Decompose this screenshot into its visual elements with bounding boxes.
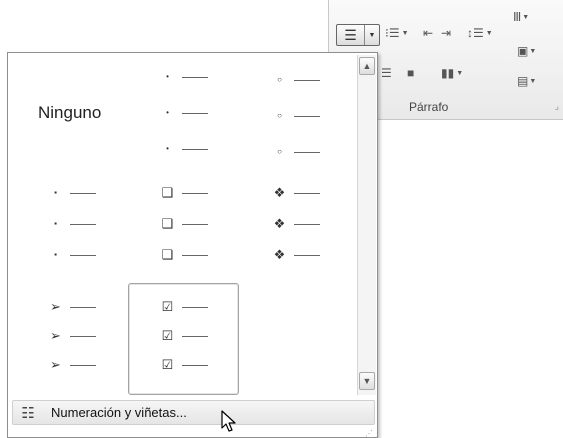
increase-indent-icon: ⇥ — [441, 26, 452, 40]
bullet-none-label: Ninguno — [38, 103, 102, 122]
bullet-list-icon: ☰ — [337, 25, 365, 45]
line-spacing-button[interactable]: ↕☰ ▼ — [467, 26, 493, 40]
bullet-style-check-box[interactable]: ☑ ☑ ☑ — [128, 283, 239, 395]
bullet-square-icon: ▪ — [54, 250, 57, 259]
bullet-style-filled-square[interactable]: ▪ ▪ ▪ — [18, 171, 125, 285]
bullet-arrow-icon: ➢ — [50, 328, 61, 343]
shading-button[interactable]: ▤ ▼ — [517, 74, 536, 88]
bullet-hollow-square-icon: ❑ — [161, 247, 174, 262]
bullet-row: ▪ — [18, 183, 125, 203]
bullet-list-icon: ☷ — [21, 404, 35, 422]
bullet-row: ○ — [242, 70, 349, 90]
bullet-diamond-icon: ❖ — [273, 185, 286, 200]
bullet-square-icon: ▪ — [54, 219, 57, 228]
bullet-row: ➢ — [18, 355, 125, 375]
resize-grip-icon[interactable]: ⋰ — [365, 429, 373, 438]
bullet-row: • — [130, 139, 237, 159]
bullet-checkbox-icon: ☑ — [161, 357, 174, 372]
bullet-row: ❖ — [242, 214, 349, 234]
bullet-row: ❑ — [130, 183, 237, 203]
triangle-down-icon: ▼ — [362, 376, 372, 386]
gallery-scrollbar[interactable]: ▲ ▼ — [357, 55, 376, 395]
chevron-down-icon[interactable]: ▼ — [522, 14, 529, 21]
bullet-diamond-icon: ❖ — [273, 247, 286, 262]
dialog-launcher-icon[interactable]: ⌟ — [555, 101, 559, 112]
align-right-button[interactable]: ☰ — [381, 66, 392, 80]
sort-button[interactable]: Ⅲ ▼ — [513, 10, 529, 24]
triangle-up-icon: ▲ — [362, 61, 372, 71]
bullet-row: ❖ — [242, 183, 349, 203]
chevron-down-icon[interactable]: ▼ — [365, 32, 379, 39]
decrease-indent-icon: ⇤ — [423, 26, 434, 40]
bullet-arrow-icon: ➢ — [50, 299, 61, 314]
justify-icon: ■ — [407, 66, 415, 80]
bullet-hollow-square-icon: ❑ — [161, 216, 174, 231]
bullet-row: ❑ — [130, 245, 237, 265]
borders-icon: ▣ — [517, 44, 529, 58]
define-bullets-label: Numeración y viñetas... — [51, 405, 187, 420]
columns-button[interactable]: ▮▮ ▼ — [441, 66, 463, 80]
justify-button[interactable]: ■ — [407, 66, 414, 80]
bullet-row: ❖ — [242, 245, 349, 265]
chevron-down-icon[interactable]: ▼ — [529, 78, 536, 85]
line-spacing-icon: ↕☰ — [467, 26, 484, 40]
sort-icon: Ⅲ — [513, 10, 522, 24]
bullet-checkbox-icon: ☑ — [161, 299, 174, 314]
bullet-style-none[interactable]: Ninguno — [18, 57, 125, 171]
scroll-up-button[interactable]: ▲ — [359, 57, 375, 75]
bullet-row: • — [130, 103, 237, 123]
bullet-row: ❑ — [130, 214, 237, 234]
bullet-dot-icon: • — [166, 72, 169, 81]
bullet-dot-icon: • — [166, 108, 169, 117]
numbered-list-icon: ⁝☰ — [385, 26, 400, 40]
bullet-library-dropdown: Ninguno • • • ○ ○ ○ ▪ ▪ ▪ ❑ ❑ ❑ ❖ ❖ ❖ ➢ … — [7, 52, 378, 438]
bullet-row: ☑ — [129, 326, 238, 346]
columns-icon: ▮▮ — [441, 66, 455, 80]
borders-button[interactable]: ▣ ▼ — [517, 44, 536, 58]
bullet-style-hollow-square[interactable]: ❑ ❑ ❑ — [130, 171, 237, 285]
bullet-circle-icon: ○ — [277, 75, 282, 84]
bullet-hollow-square-icon: ❑ — [161, 185, 174, 200]
numbering-button[interactable]: ⁝☰ ▼ — [385, 26, 409, 40]
bullet-style-small-dot[interactable]: • • • — [130, 57, 237, 171]
bullet-row: ➢ — [18, 326, 125, 346]
shading-icon: ▤ — [517, 74, 529, 88]
bullet-row: ○ — [242, 142, 349, 162]
chevron-down-icon[interactable]: ▼ — [486, 30, 493, 37]
bullet-circle-icon: ○ — [277, 147, 282, 156]
bullet-diamond-icon: ❖ — [273, 216, 286, 231]
chevron-down-icon[interactable]: ▼ — [402, 30, 409, 37]
bullets-button[interactable]: ☰ ▼ — [336, 24, 380, 46]
bullet-row: • — [130, 67, 237, 87]
chevron-down-icon[interactable]: ▼ — [529, 48, 536, 55]
bullet-square-icon: ▪ — [54, 188, 57, 197]
increase-indent-button[interactable]: ⇥ — [441, 26, 451, 40]
chevron-down-icon[interactable]: ▼ — [456, 70, 463, 77]
bullet-style-hollow-circle[interactable]: ○ ○ ○ — [242, 57, 349, 171]
bullet-arrow-icon: ➢ — [50, 357, 61, 372]
bullet-dot-icon: • — [166, 144, 169, 153]
bullet-row: ☑ — [129, 297, 238, 317]
bullet-row: ➢ — [18, 297, 125, 317]
bullet-row: ○ — [242, 106, 349, 126]
decrease-indent-button[interactable]: ⇤ — [423, 26, 433, 40]
bullet-checkbox-icon: ☑ — [161, 328, 174, 343]
bullet-circle-icon: ○ — [277, 111, 282, 120]
paragraph-group-label: Párrafo — [409, 100, 449, 114]
mouse-pointer-icon — [221, 410, 236, 432]
bullet-row: ☑ — [129, 355, 238, 375]
bullet-style-four-diamond[interactable]: ❖ ❖ ❖ — [242, 171, 349, 285]
align-right-icon: ☰ — [381, 66, 392, 80]
bullet-row: ▪ — [18, 214, 125, 234]
define-bullets-menu-item[interactable]: ☷ Numeración y viñetas... — [12, 400, 375, 425]
bullet-style-arrowhead[interactable]: ➢ ➢ ➢ — [18, 283, 125, 397]
scroll-down-button[interactable]: ▼ — [359, 372, 375, 390]
bullet-row: ▪ — [18, 245, 125, 265]
